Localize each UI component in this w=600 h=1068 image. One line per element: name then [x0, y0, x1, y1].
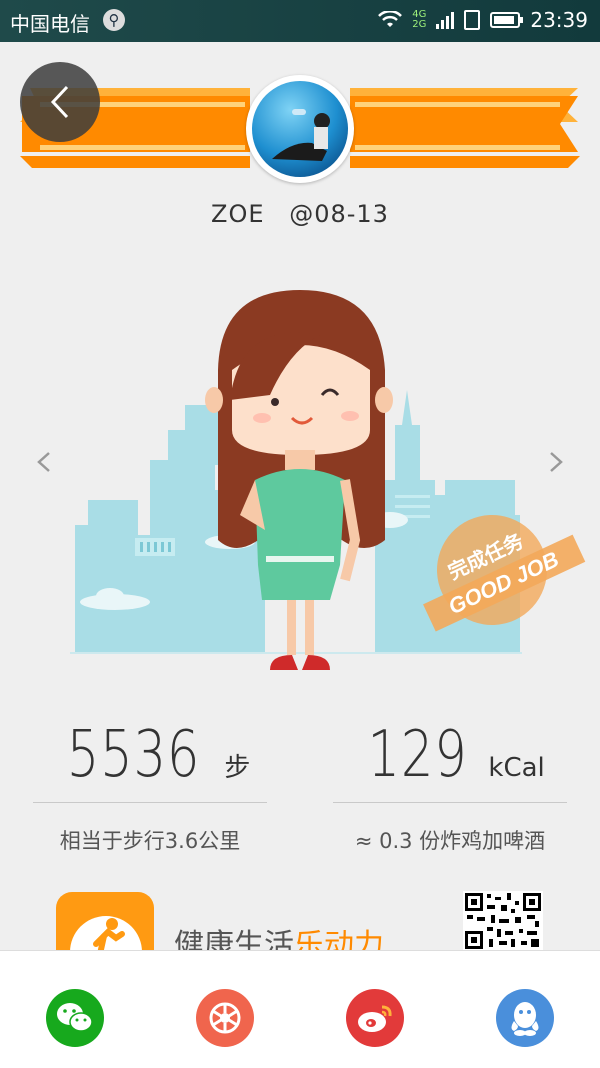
signal-icon: [436, 11, 455, 29]
divider: [33, 802, 267, 803]
calories-description: ≈ 0.3 份炸鸡加啤酒: [354, 829, 546, 853]
status-icons: 4G 2G 23:39: [378, 8, 588, 32]
moments-icon: [209, 1002, 241, 1034]
share-weibo-button[interactable]: [346, 989, 404, 1047]
steps-value: 5536: [66, 718, 200, 792]
avatar[interactable]: [246, 75, 354, 183]
qq-icon: [511, 1002, 539, 1036]
qr-code-icon: [463, 891, 543, 951]
username: ZOE: [211, 200, 265, 228]
share-qq-button[interactable]: [496, 989, 554, 1047]
calories-stat: 129 kCal ≈ 0.3 份炸鸡加啤酒: [333, 718, 567, 855]
chevron-left-icon: [50, 85, 69, 119]
sim-card-icon: [464, 10, 481, 30]
steps-unit: 步: [224, 753, 251, 783]
wechat-icon: [57, 1003, 93, 1032]
divider: [333, 802, 567, 803]
share-moments-button[interactable]: [196, 989, 254, 1047]
status-bar: 中国电信 ⚲ 4G 2G 23:39: [0, 0, 600, 42]
profile-header: ZOE @08-13: [0, 200, 600, 228]
share-wechat-button[interactable]: [46, 989, 104, 1047]
share-bar: [0, 950, 600, 1068]
profile-date: @08-13: [289, 200, 389, 228]
character-illustration: 完成任务 GOOD JOB: [70, 290, 586, 670]
battery-icon: [490, 12, 524, 28]
steps-stat: 5536 步 相当于步行3.6公里: [33, 718, 267, 855]
calories-value: 129: [367, 718, 468, 792]
carrier-label: 中国电信: [10, 12, 90, 36]
avatar-photo: [252, 81, 348, 177]
back-button[interactable]: [20, 62, 100, 142]
wifi-icon: [378, 11, 403, 27]
calories-unit: kCal: [488, 753, 545, 783]
weibo-icon: [358, 1005, 392, 1032]
network-type-indicator: 4G 2G: [412, 10, 426, 30]
clock-time: 23:39: [530, 8, 588, 32]
steps-description: 相当于步行3.6公里: [59, 829, 241, 853]
network-2g-label: 2G: [412, 19, 427, 30]
runner-notification-icon: ⚲: [103, 9, 125, 31]
